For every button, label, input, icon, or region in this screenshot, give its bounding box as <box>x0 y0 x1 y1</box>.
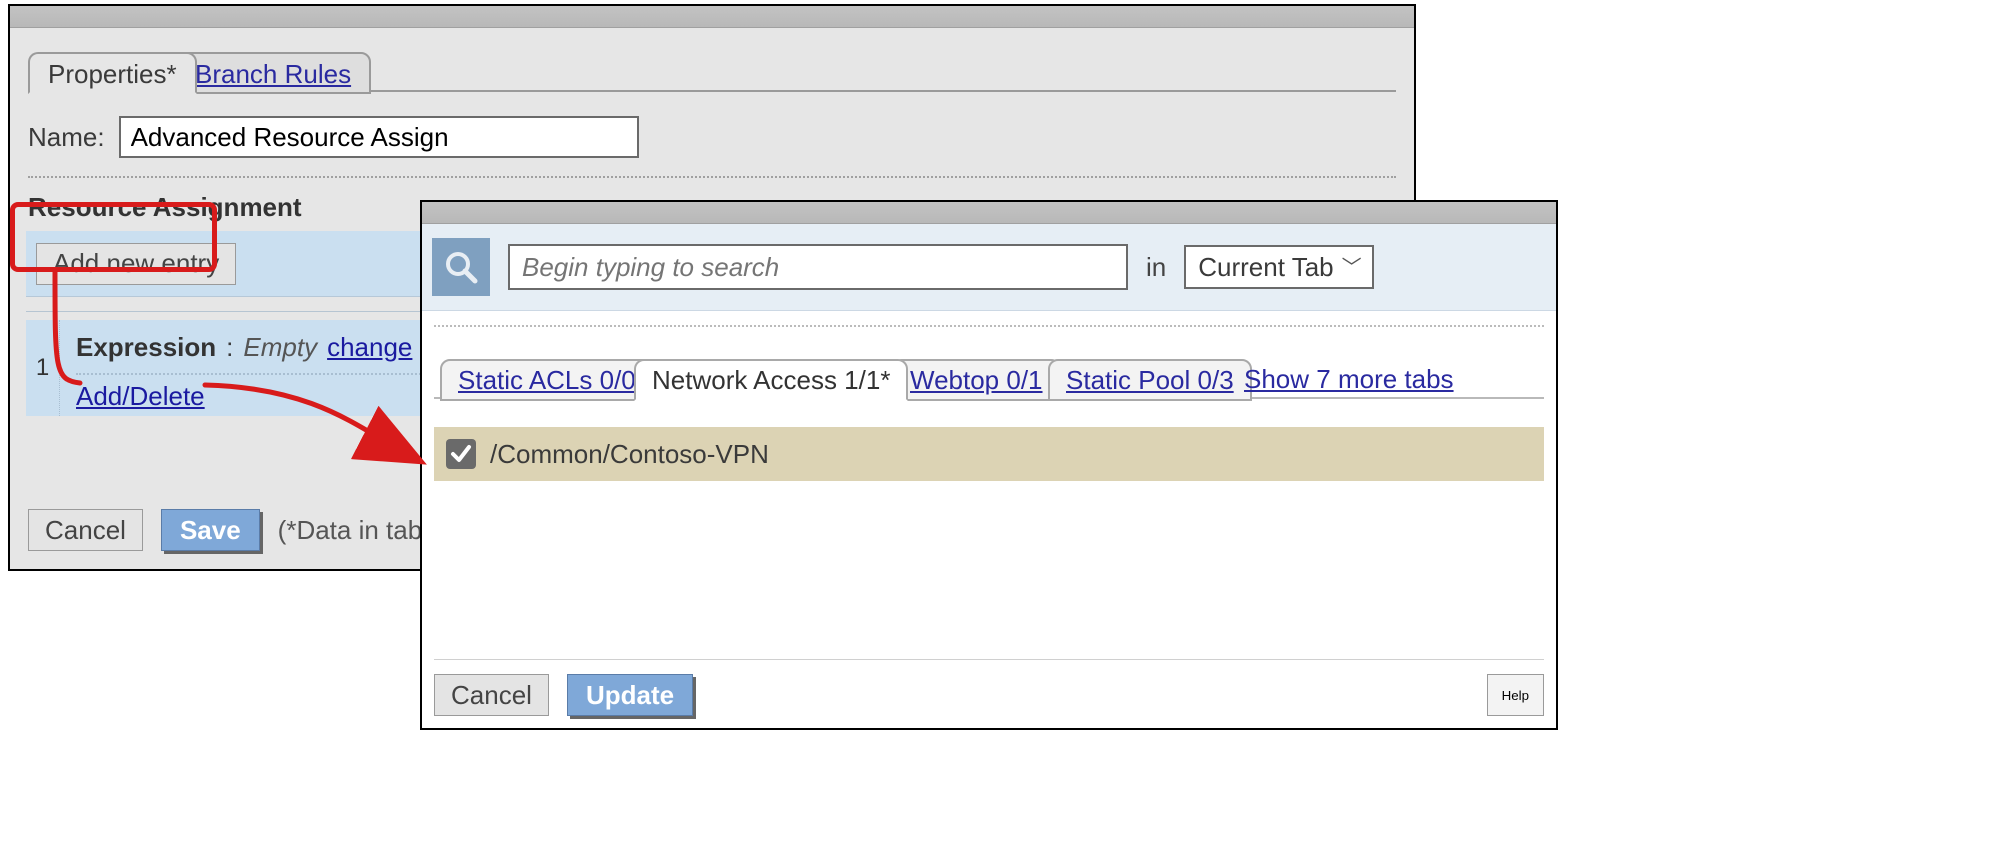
checkbox[interactable] <box>446 439 476 469</box>
entry-index: 1 <box>26 320 60 416</box>
divider-front <box>434 325 1544 327</box>
cancel-button-front[interactable]: Cancel <box>434 674 549 716</box>
search-scope-select[interactable]: Current Tab ﹀ <box>1184 245 1373 289</box>
update-button[interactable]: Update <box>567 674 693 716</box>
tab-branch-rules-label: Branch Rules <box>195 59 351 90</box>
save-button[interactable]: Save <box>161 509 260 551</box>
tab-network-access[interactable]: Network Access 1/1* <box>634 359 908 401</box>
tab-static-pool[interactable]: Static Pool 0/3 <box>1048 359 1252 401</box>
front-footer-left: Cancel Update <box>434 674 693 716</box>
window-titlebar-front <box>422 202 1556 224</box>
resource-picker-window: in Current Tab ﹀ Static ACLs 0/0 Network… <box>420 200 1558 730</box>
in-label: in <box>1146 252 1166 283</box>
tab-network-access-label: Network Access 1/1* <box>652 365 890 396</box>
cancel-label-front: Cancel <box>451 680 532 711</box>
search-bar: in Current Tab ﹀ <box>422 224 1556 311</box>
resource-name: /Common/Contoso-VPN <box>490 439 769 470</box>
divider <box>28 176 1396 178</box>
search-input[interactable] <box>508 244 1128 290</box>
tab-webtop[interactable]: Webtop 0/1 <box>892 359 1061 401</box>
update-label: Update <box>586 680 674 711</box>
window-titlebar <box>10 6 1414 28</box>
cancel-button[interactable]: Cancel <box>28 509 143 551</box>
tab-branch-rules[interactable]: Branch Rules <box>175 52 371 94</box>
name-row: Name: <box>28 116 1414 158</box>
name-label: Name: <box>28 122 105 153</box>
search-scope-value: Current Tab <box>1198 252 1333 283</box>
save-label: Save <box>180 515 241 546</box>
tab-static-pool-label: Static Pool 0/3 <box>1066 365 1234 396</box>
colon: : <box>226 332 233 363</box>
tab-properties[interactable]: Properties* <box>28 52 197 94</box>
back-footer: Cancel Save (*Data in tab has <box>28 509 471 551</box>
help-button[interactable]: Help <box>1487 674 1544 716</box>
add-new-entry-label: Add new entry <box>53 248 219 279</box>
add-delete-link[interactable]: Add/Delete <box>76 381 205 411</box>
search-icon <box>432 238 490 296</box>
resource-list: /Common/Contoso-VPN <box>434 427 1544 481</box>
inner-tabs: Static ACLs 0/0 Network Access 1/1* Webt… <box>434 349 1544 405</box>
expression-label: Expression <box>76 332 216 363</box>
chevron-down-icon: ﹀ <box>1342 251 1362 280</box>
tabs-row: Properties* Branch Rules <box>10 46 1414 98</box>
cancel-label: Cancel <box>45 515 126 546</box>
expression-value: Empty <box>243 332 317 363</box>
show-more-tabs-link[interactable]: Show 7 more tabs <box>1244 364 1454 395</box>
front-footer: Cancel Update Help <box>434 659 1544 716</box>
name-input[interactable] <box>119 116 639 158</box>
change-link[interactable]: change <box>327 332 412 363</box>
add-new-entry-button[interactable]: Add new entry <box>36 243 236 285</box>
list-item[interactable]: /Common/Contoso-VPN <box>434 427 1544 481</box>
tab-static-acls[interactable]: Static ACLs 0/0 <box>440 359 654 401</box>
tab-static-acls-label: Static ACLs 0/0 <box>458 365 636 396</box>
help-label: Help <box>1502 688 1529 703</box>
tab-webtop-label: Webtop 0/1 <box>910 365 1043 396</box>
tab-properties-label: Properties* <box>48 59 177 90</box>
